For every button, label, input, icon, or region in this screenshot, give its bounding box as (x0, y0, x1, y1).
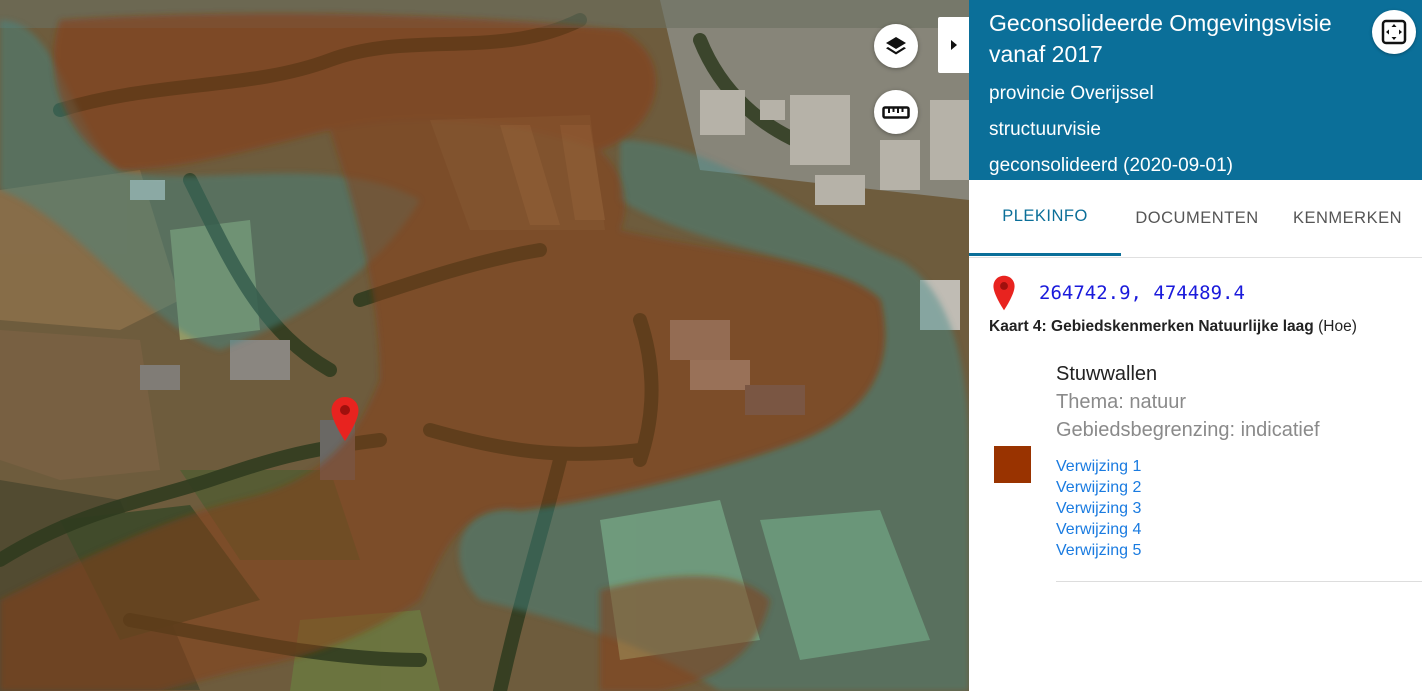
reference-link[interactable]: Verwijzing 4 (1056, 519, 1422, 540)
reference-link[interactable]: Verwijzing 3 (1056, 498, 1422, 519)
layer-title-main: Kaart 4: Gebiedskenmerken Natuurlijke la… (989, 318, 1314, 335)
legend-swatch (994, 446, 1031, 483)
ruler-icon (882, 106, 910, 119)
divider (1056, 581, 1422, 582)
tab-documenten[interactable]: DOCUMENTEN (1121, 180, 1273, 256)
coordinates-text: 264742.9, 474489.4 (1039, 282, 1245, 304)
plan-province: provincie Overijssel (989, 83, 1154, 104)
layer-title-suffix: (Hoe) (1318, 318, 1357, 335)
map-view[interactable] (0, 0, 969, 691)
fullscreen-icon (1381, 19, 1407, 45)
reference-link[interactable]: Verwijzing 1 (1056, 456, 1422, 477)
tab-kenmerken[interactable]: KENMERKEN (1273, 180, 1422, 256)
tab-plekinfo[interactable]: PLEKINFO (969, 180, 1121, 256)
layers-button[interactable] (874, 24, 918, 68)
aerial-map-imagery (0, 0, 969, 691)
legend-body: Stuwwallen Thema: natuur Gebiedsbegrenzi… (1056, 360, 1422, 561)
reference-list: Verwijzing 1 Verwijzing 2 Verwijzing 3 V… (1056, 456, 1422, 561)
layers-icon (886, 37, 906, 55)
layer-title: Kaart 4: Gebiedskenmerken Natuurlijke la… (969, 318, 1422, 336)
feature-thema: Thema: natuur (1056, 391, 1187, 413)
collapse-panel-button[interactable] (938, 17, 969, 73)
plan-type: structuurvisie (989, 119, 1101, 140)
chevron-right-icon (950, 40, 957, 50)
legend-entry: Stuwwallen Thema: natuur Gebiedsbegrenzi… (969, 360, 1422, 582)
map-marker-icon[interactable] (330, 396, 360, 442)
info-panel: Geconsolideerde Omgevingsvisie vanaf 201… (969, 0, 1422, 691)
location-pin-icon (993, 275, 1015, 311)
panel-header: Geconsolideerde Omgevingsvisie vanaf 201… (969, 0, 1422, 180)
feature-begrenzing: Gebiedsbegrenzing: indicatief (1056, 419, 1320, 441)
reference-link[interactable]: Verwijzing 2 (1056, 477, 1422, 498)
plan-title: Geconsolideerde Omgevingsvisie vanaf 201… (989, 10, 1332, 67)
measure-button[interactable] (874, 90, 918, 134)
plan-status: geconsolideerd (2020-09-01) (989, 155, 1233, 176)
reference-link[interactable]: Verwijzing 5 (1056, 540, 1422, 561)
fullscreen-button[interactable] (1372, 10, 1416, 54)
panel-tabs: PLEKINFO DOCUMENTEN KENMERKEN (969, 180, 1422, 258)
feature-name: Stuwwallen (1056, 363, 1158, 385)
